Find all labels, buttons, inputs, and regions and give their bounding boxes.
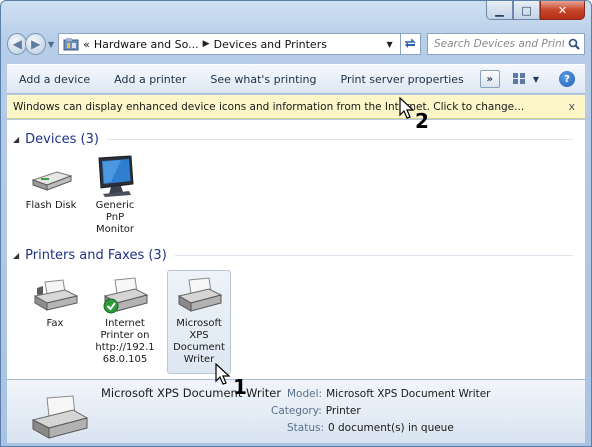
view-dropdown-icon[interactable]: ▼ [533, 75, 539, 84]
devices-group-header[interactable]: ◢ Devices (3) [13, 132, 573, 147]
command-bar: Add a device Add a printer See what's pr… [7, 64, 585, 94]
information-bar-message[interactable]: Windows can display enhanced device icon… [13, 101, 524, 113]
search-input[interactable] [433, 38, 564, 50]
callout-number-2: 2 [415, 109, 429, 133]
monitor-icon [98, 155, 134, 197]
printers-group-header[interactable]: ◢ Printers and Faxes (3) [13, 248, 573, 263]
flash-disk-icon [31, 171, 73, 191]
back-button[interactable]: ◀ [7, 33, 28, 55]
control-panel-icon [63, 38, 79, 51]
device-generic-pnp-monitor[interactable]: Generic PnP Monitor [83, 154, 147, 236]
help-icon[interactable]: ? [559, 71, 575, 87]
command-bar-right: ▼ ? [507, 71, 585, 87]
device-fax[interactable]: Fax [23, 276, 87, 330]
address-dropdown-icon[interactable]: ▼ [380, 40, 400, 49]
callout-number-1: 1 [233, 375, 247, 399]
status-value: 0 document(s) in queue [328, 422, 454, 434]
add-device-button[interactable]: Add a device [15, 70, 102, 89]
selected-device-name: Microsoft XPS Document Writer [101, 386, 282, 400]
printers-group-title: Printers and Faxes (3) [25, 248, 167, 263]
device-label: Internet Printer on http://192.1 68.0.10… [95, 318, 154, 366]
label-line: Document [173, 342, 225, 353]
forward-button[interactable]: ▶ [25, 33, 46, 55]
address-row: ◀ ▶ ▼ « Hardware and So... ▶ Devices and… [7, 31, 585, 57]
group-divider [106, 139, 573, 140]
label-line: Internet [105, 318, 145, 329]
view-grid-icon [512, 73, 525, 84]
breadcrumb-prefix[interactable]: « [83, 38, 90, 51]
maximize-icon: □ [521, 3, 532, 17]
label-line: Monitor [95, 224, 134, 235]
device-microsoft-xps-document-writer[interactable]: Microsoft XPS Document Writer [167, 270, 231, 374]
category-value: Printer [325, 405, 361, 417]
device-label: Generic PnP Monitor [96, 200, 135, 236]
breadcrumb-separator-icon[interactable]: ▶ [203, 39, 210, 49]
label-line: Flash Disk [25, 200, 77, 211]
caption-buttons: ▁ □ ✕ [486, 1, 585, 23]
mouse-pointer-icon [399, 97, 415, 119]
device-label: Fax [47, 318, 64, 330]
devices-group-title: Devices (3) [25, 132, 99, 147]
back-arrow-icon: ◀ [12, 37, 22, 51]
minimize-icon: ▁ [495, 3, 504, 17]
fax-icon [33, 279, 79, 311]
mouse-pointer-icon [215, 363, 231, 385]
collapse-triangle-icon[interactable]: ◢ [13, 135, 19, 144]
printer-default-icon [103, 277, 149, 314]
details-pane: Microsoft XPS Document Writer Model: Micr… [7, 379, 585, 443]
device-list-pane: ◢ Devices (3) Flash Disk Generic PnP Mon… [7, 120, 585, 379]
refresh-button[interactable] [400, 33, 421, 55]
change-view-button[interactable]: ▼ [507, 71, 545, 87]
information-bar[interactable]: Windows can display enhanced device icon… [7, 95, 585, 119]
minimize-button[interactable]: ▁ [486, 1, 513, 20]
label-line: PnP [105, 212, 125, 223]
search-box[interactable] [426, 33, 585, 55]
breadcrumb-devices-and-printers[interactable]: Devices and Printers [214, 38, 327, 51]
device-label: Flash Disk [26, 200, 77, 212]
recent-pages-dropdown[interactable]: ▼ [48, 40, 54, 49]
model-property: Model: Microsoft XPS Document Writer [287, 388, 491, 400]
label-line: http://192.1 [95, 342, 155, 353]
print-server-properties-button[interactable]: Print server properties [329, 70, 476, 89]
add-printer-button[interactable]: Add a printer [102, 70, 198, 89]
model-value: Microsoft XPS Document Writer [326, 388, 491, 400]
category-property: Category: Printer [271, 405, 361, 417]
model-key: Model: [287, 388, 323, 400]
label-line: Fax [46, 318, 64, 329]
information-bar-close-icon[interactable]: x [568, 100, 575, 113]
search-icon[interactable] [564, 38, 584, 50]
group-divider [174, 255, 573, 256]
address-bar[interactable]: « Hardware and So... ▶ Devices and Print… [58, 33, 401, 55]
more-commands-button[interactable]: » [479, 70, 500, 88]
label-line: XPS [189, 330, 209, 341]
maximize-button[interactable]: □ [513, 1, 540, 20]
devices-and-printers-window: ▁ □ ✕ ◀ ▶ ▼ « Hardware and So... ▶ Devic… [0, 0, 592, 447]
label-line: 68.0.105 [102, 354, 148, 365]
details-printer-icon [31, 395, 89, 439]
device-internet-printer[interactable]: Internet Printer on http://192.1 68.0.10… [93, 276, 157, 366]
device-flash-disk[interactable]: Flash Disk [19, 158, 83, 212]
forward-arrow-icon: ▶ [31, 37, 41, 51]
label-line: Generic [95, 200, 135, 211]
close-button[interactable]: ✕ [540, 1, 585, 20]
collapse-triangle-icon[interactable]: ◢ [13, 251, 19, 260]
see-whats-printing-button[interactable]: See what's printing [198, 70, 328, 89]
printer-icon [177, 277, 223, 312]
label-line: Microsoft [176, 318, 222, 329]
device-label: Microsoft XPS Document Writer [173, 318, 225, 366]
status-property: Status: 0 document(s) in queue [287, 422, 454, 434]
close-icon: ✕ [557, 3, 568, 17]
category-key: Category: [271, 405, 322, 417]
label-line: Printer on [100, 330, 150, 341]
breadcrumb-hardware-and-sound[interactable]: Hardware and So... [94, 38, 199, 51]
status-key: Status: [287, 422, 324, 434]
refresh-icon [405, 38, 416, 48]
